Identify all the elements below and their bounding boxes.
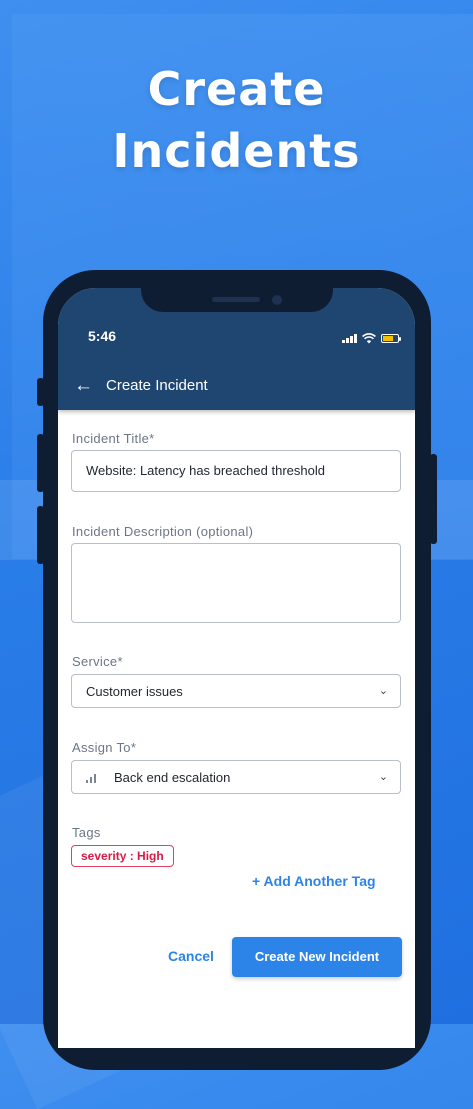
assign-to-value: Back end escalation <box>114 770 231 785</box>
assign-to-select[interactable]: Back end escalation ⌄ <box>71 760 401 794</box>
incident-description-textarea[interactable] <box>71 543 401 623</box>
phone-mute-button <box>37 378 44 406</box>
service-select[interactable]: Customer issues ⌄ <box>71 674 401 708</box>
incident-description-label: Incident Description (optional) <box>72 524 254 539</box>
chevron-down-icon: ⌄ <box>378 685 388 697</box>
tag-severity-high[interactable]: severity : High <box>71 845 174 867</box>
incident-title-label: Incident Title* <box>72 431 155 446</box>
add-another-tag-button[interactable]: + Add Another Tag <box>252 873 376 889</box>
chevron-down-icon: ⌄ <box>378 771 388 783</box>
headline-line2: Incidents <box>112 124 361 178</box>
phone-volume-up-button <box>37 434 44 492</box>
phone-camera <box>272 295 282 305</box>
status-time: 5:46 <box>88 328 117 344</box>
wifi-icon <box>362 332 376 343</box>
phone-notch <box>141 270 333 312</box>
page-title: Create Incident <box>106 377 208 394</box>
incident-title-value: Website: Latency has breached threshold <box>86 463 325 478</box>
battery-icon <box>381 333 401 343</box>
service-value: Customer issues <box>86 684 183 699</box>
assign-to-label: Assign To* <box>72 740 137 755</box>
phone-power-button <box>430 454 437 544</box>
headline-line1: Create <box>147 62 326 116</box>
service-label: Service* <box>72 654 123 669</box>
create-new-incident-button[interactable]: Create New Incident <box>232 937 402 977</box>
phone-screen: 5:46 ← Create Incident Incident Title* W… <box>58 288 415 1048</box>
promo-headline: Create Incidents <box>0 58 473 182</box>
signal-icon <box>342 333 357 343</box>
arrow-left-icon[interactable]: ← <box>74 375 93 397</box>
escalation-bars-icon <box>86 774 96 783</box>
incident-title-input[interactable]: Website: Latency has breached threshold <box>71 450 401 492</box>
phone-volume-down-button <box>37 506 44 564</box>
phone-speaker <box>212 297 260 302</box>
cancel-button[interactable]: Cancel <box>168 948 214 964</box>
tags-label: Tags <box>72 825 101 840</box>
status-icons <box>342 332 401 344</box>
